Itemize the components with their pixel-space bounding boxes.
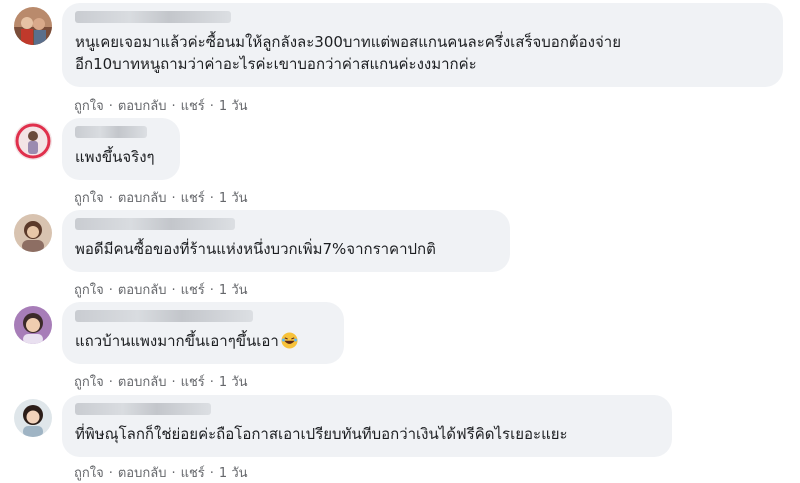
separator-dot: · [209, 375, 214, 390]
reply-link[interactable]: ตอบกลับ [118, 283, 167, 298]
separator-dot: · [108, 99, 113, 114]
author-name[interactable] [75, 126, 147, 138]
timestamp-link[interactable]: 1 วัน [219, 375, 248, 390]
comment-actions: ถูกใจ · ตอบกลับ · แชร์ · 1 วัน [74, 371, 248, 392]
separator-dot: · [171, 283, 176, 298]
comment-bubble: หนูเคยเจอมาแล้วค่ะซื้อนมให้ลูกลังละ300บา… [62, 3, 783, 87]
reply-link[interactable]: ตอบกลับ [118, 99, 167, 114]
comment-bubble: แถวบ้านแพงมากขึ้นเอาๆขึ้นเอา [62, 302, 344, 364]
comment-text-line: แถวบ้านแพงมากขึ้นเอาๆขึ้นเอา [75, 330, 330, 352]
separator-dot: · [171, 466, 176, 481]
separator-dot: · [171, 99, 176, 114]
comment-thread: หนูเคยเจอมาแล้วค่ะซื้อนมให้ลูกลังละ300บา… [0, 0, 800, 481]
separator-dot: · [171, 375, 176, 390]
separator-dot: · [108, 191, 113, 206]
comment-actions: ถูกใจ · ตอบกลับ · แชร์ · 1 วัน [74, 95, 248, 116]
timestamp-link[interactable]: 1 วัน [219, 283, 248, 298]
user-avatar-icon[interactable] [14, 122, 52, 160]
comment-bubble: พอดีมีคนซื้อของที่ร้านแห่งหนึ่งบวกเพิ่ม7… [62, 210, 510, 272]
comment-text-line: อีก10บาทหนูถามว่าค่าอะไรค่ะเขาบอกว่าค่าส… [75, 55, 477, 73]
laughing-tears-emoji-icon [281, 332, 298, 349]
timestamp-link[interactable]: 1 วัน [219, 99, 248, 114]
like-link[interactable]: ถูกใจ [74, 375, 104, 390]
separator-dot: · [209, 99, 214, 114]
comment-actions: ถูกใจ · ตอบกลับ · แชร์ · 1 วัน [74, 462, 248, 483]
user-avatar-icon[interactable] [14, 7, 52, 45]
comment-text-line: หนูเคยเจอมาแล้วค่ะซื้อนมให้ลูกลังละ300บา… [75, 33, 621, 51]
comment-bubble: แพงขึ้นจริงๆ [62, 118, 180, 180]
share-link[interactable]: แชร์ [181, 466, 205, 481]
author-name[interactable] [75, 218, 235, 230]
like-link[interactable]: ถูกใจ [74, 466, 104, 481]
comment-bubble: ที่พิษณุโลกก็ใช่ย่อยค่ะถือโอกาสเอาเปรียบ… [62, 395, 672, 457]
user-avatar-icon[interactable] [14, 214, 52, 252]
author-name[interactable] [75, 310, 253, 322]
share-link[interactable]: แชร์ [181, 191, 205, 206]
separator-dot: · [171, 191, 176, 206]
author-name[interactable] [75, 403, 211, 415]
comment-actions: ถูกใจ · ตอบกลับ · แชร์ · 1 วัน [74, 187, 248, 208]
reply-link[interactable]: ตอบกลับ [118, 375, 167, 390]
like-link[interactable]: ถูกใจ [74, 191, 104, 206]
separator-dot: · [108, 283, 113, 298]
user-avatar-icon[interactable] [14, 399, 52, 437]
timestamp-link[interactable]: 1 วัน [219, 191, 248, 206]
separator-dot: · [209, 283, 214, 298]
comment-actions: ถูกใจ · ตอบกลับ · แชร์ · 1 วัน [74, 279, 248, 300]
comment-text-line: ที่พิษณุโลกก็ใช่ย่อยค่ะถือโอกาสเอาเปรียบ… [75, 425, 568, 443]
share-link[interactable]: แชร์ [181, 375, 205, 390]
separator-dot: · [209, 191, 214, 206]
separator-dot: · [108, 466, 113, 481]
like-link[interactable]: ถูกใจ [74, 283, 104, 298]
share-link[interactable]: แชร์ [181, 283, 205, 298]
separator-dot: · [209, 466, 214, 481]
separator-dot: · [108, 375, 113, 390]
author-name[interactable] [75, 11, 231, 23]
reply-link[interactable]: ตอบกลับ [118, 191, 167, 206]
user-avatar-icon[interactable] [14, 306, 52, 344]
comment-text-line: พอดีมีคนซื้อของที่ร้านแห่งหนึ่งบวกเพิ่ม7… [75, 240, 436, 258]
timestamp-link[interactable]: 1 วัน [219, 466, 248, 481]
reply-link[interactable]: ตอบกลับ [118, 466, 167, 481]
share-link[interactable]: แชร์ [181, 99, 205, 114]
comment-text-line: แพงขึ้นจริงๆ [75, 148, 155, 166]
like-link[interactable]: ถูกใจ [74, 99, 104, 114]
